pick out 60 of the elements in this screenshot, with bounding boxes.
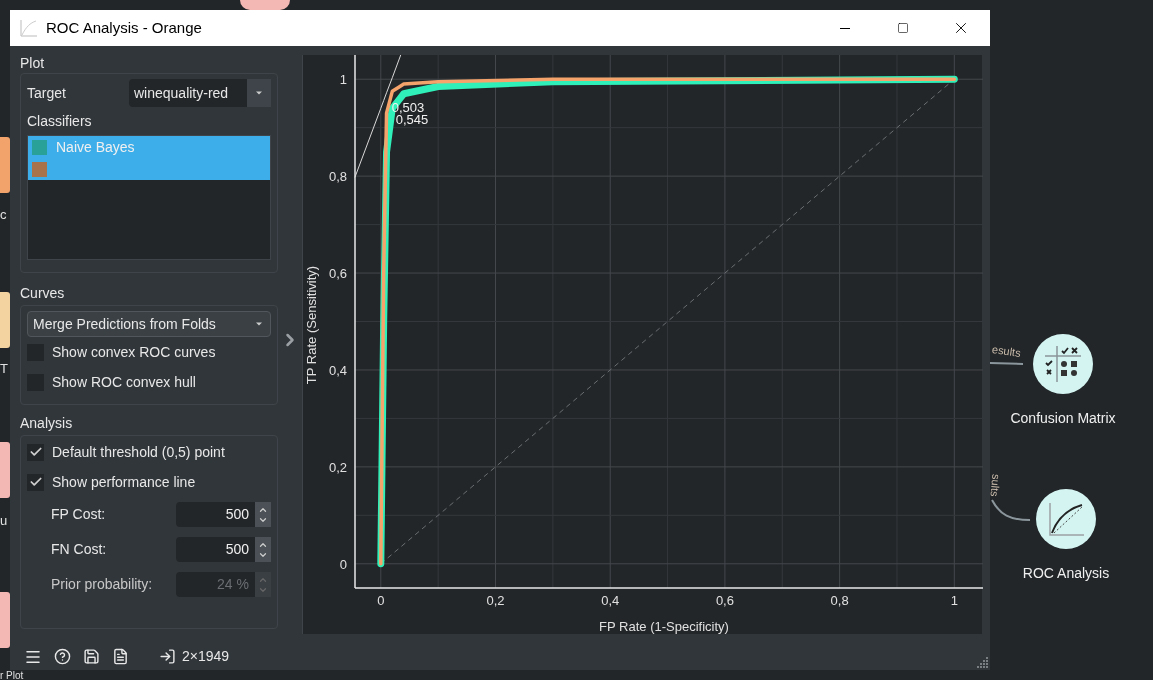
x-tick-label: 0,8 [830,593,849,608]
input-icon [159,648,176,665]
checkbox[interactable] [27,473,44,491]
report-icon [112,648,129,665]
link-label: sults [987,473,1004,498]
field-label: FP Cost: [51,505,106,524]
y-tick-label: 0 [339,556,347,572]
spin-box[interactable]: 500 [176,502,271,527]
widget-label: c [0,208,7,221]
merge-mode-dropdown[interactable]: Merge Predictions from Folds [27,311,271,337]
minimize-icon [840,27,850,29]
checkbox[interactable] [27,443,44,461]
widget-label: T [0,362,8,375]
widget-node[interactable] [1033,334,1093,394]
matrix-icon [1043,346,1083,382]
classifier-item[interactable] [28,158,270,180]
field-label: FN Cost: [51,540,107,559]
x-tick-label: 0,6 [715,593,734,608]
y-tick-label: 0,4 [328,362,347,378]
widget-node[interactable] [0,442,10,498]
widget-label: r Plot [0,671,24,680]
widget-label: u [0,514,8,527]
data-size: 2×1949 [182,647,230,666]
widget-node[interactable] [0,592,10,648]
checkbox-label: Show convex ROC curves [52,342,216,362]
y-tick-label: 0,8 [328,169,347,185]
widget-label: ROC Analysis [1022,564,1110,583]
spin-box[interactable]: 500 [176,537,271,562]
window-title: ROC Analysis - Orange [46,17,202,38]
resize-grip-icon [977,656,989,668]
curve-icon [1046,501,1086,537]
checkbox-label: Show performance line [52,472,196,492]
x-tick-label: 1 [950,593,958,608]
maximize-icon [897,22,909,34]
y-tick-label: 0,2 [328,459,347,475]
widget-node[interactable] [0,292,10,348]
widget-label: Confusion Matrix [1010,409,1116,428]
section-heading: Plot [20,54,46,73]
y-axis-title: TP Rate (Sensitivity) [304,265,319,385]
widget-node[interactable] [0,137,10,193]
x-tick-label: 0,4 [601,593,620,608]
link-label: esults [991,342,1022,361]
y-tick-label: 0,6 [328,266,347,282]
help-icon [54,648,71,665]
save-icon [83,648,100,665]
x-axis-title: FP Rate (1-Specificity) [599,619,729,634]
target-label: Target [27,83,66,103]
y-tick-label: 1 [339,72,347,88]
classifiers-label: Classifiers [27,112,93,131]
x-tick-label: 0,2 [486,593,505,608]
target-dropdown[interactable]: winequality-red [129,79,271,107]
widget-node[interactable] [240,0,290,10]
x-tick-label: 0 [377,593,385,608]
widget-node[interactable] [1036,489,1096,549]
checkbox-label: Show ROC convex hull [52,372,196,392]
section-heading: Analysis [20,414,74,433]
curve-icon [20,19,38,37]
section-heading: Curves [20,284,66,303]
checkbox-label: Default threshold (0,5) point [52,442,225,462]
field-label: Prior probability: [51,575,153,594]
